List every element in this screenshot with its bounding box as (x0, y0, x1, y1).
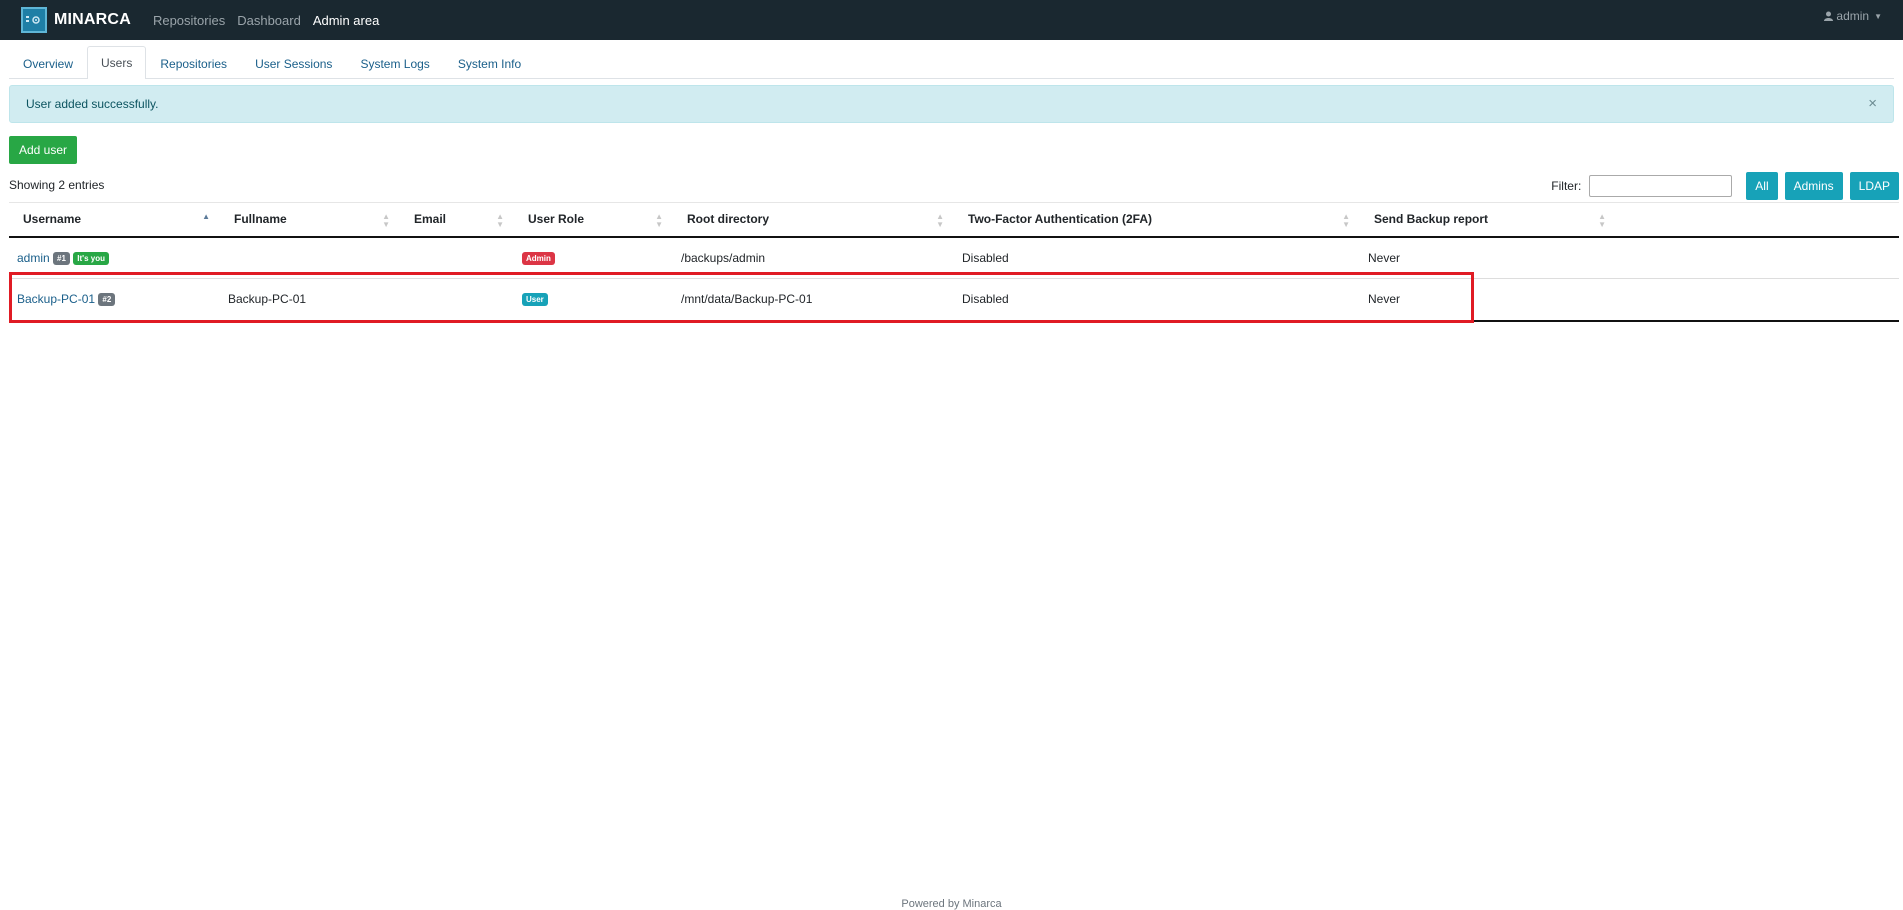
add-user-button[interactable]: Add user (9, 136, 77, 164)
col-root-directory[interactable]: Root directory ▲ ▼ (673, 202, 954, 238)
nav-admin-area[interactable]: Admin area (313, 13, 379, 28)
twofa-cell: Disabled (954, 236, 1360, 279)
root-directory-cell: /mnt/data/Backup-PC-01 (673, 278, 954, 322)
table-row[interactable]: admin #1 It's you Admin /backups/admin D… (9, 236, 1899, 279)
brand-name: MINARCA (54, 11, 131, 28)
twofa-cell: Disabled (954, 278, 1360, 322)
sort-asc-icon: ▲ (202, 212, 210, 221)
col-user-role[interactable]: User Role ▲ ▼ (514, 202, 673, 238)
col-actions (1616, 202, 1899, 238)
col-username[interactable]: Username ▲ (9, 202, 220, 238)
filter-label: Filter: (1551, 179, 1582, 193)
user-icon (1824, 11, 1834, 21)
username-link[interactable]: Backup-PC-01 (17, 292, 95, 306)
sort-icon: ▲ ▼ (382, 212, 390, 229)
col-2fa[interactable]: Two-Factor Authentication (2FA) ▲ ▼ (954, 202, 1360, 238)
tab-system-info[interactable]: System Info (444, 47, 535, 79)
sort-icon: ▲ ▼ (1598, 212, 1606, 229)
entries-count: Showing 2 entries (9, 178, 105, 192)
tab-repositories[interactable]: Repositories (146, 47, 241, 79)
filter-input[interactable] (1589, 175, 1733, 197)
role-badge: User (522, 293, 548, 307)
fullname-cell (220, 236, 400, 279)
table-header-row: Username ▲ Fullname ▲ ▼ Email ▲ ▼ User Role ▲ ▼… (9, 202, 1899, 238)
users-table-wrap: Username ▲ Fullname ▲ ▼ Email ▲ ▼ User Role ▲ ▼… (9, 202, 1899, 322)
filter-all-button[interactable]: All (1746, 172, 1778, 200)
users-table: Username ▲ Fullname ▲ ▼ Email ▲ ▼ User Role ▲ ▼… (9, 202, 1899, 322)
col-fullname[interactable]: Fullname ▲ ▼ (220, 202, 400, 238)
root-directory-cell: /backups/admin (673, 236, 954, 279)
nav-dashboard[interactable]: Dashboard (237, 13, 301, 28)
brand[interactable]: MINARCA (21, 7, 131, 33)
tab-system-logs[interactable]: System Logs (346, 47, 443, 79)
col-email[interactable]: Email ▲ ▼ (400, 202, 514, 238)
close-icon[interactable]: × (1868, 95, 1877, 113)
footer: Powered by Minarca (901, 898, 1002, 910)
filter-ldap-button[interactable]: LDAP (1849, 172, 1899, 200)
user-menu[interactable]: admin ▼ (1824, 0, 1882, 32)
sort-icon: ▲ ▼ (655, 212, 663, 229)
fullname-cell: Backup-PC-01 (220, 278, 400, 322)
success-alert: User added successfully. × (9, 85, 1894, 123)
tab-user-sessions[interactable]: User Sessions (241, 47, 346, 79)
top-navbar: MINARCA Repositories Dashboard Admin are… (0, 0, 1903, 40)
sort-icon: ▲ ▼ (1342, 212, 1350, 229)
report-cell: Never (1360, 278, 1616, 322)
email-cell (400, 278, 514, 322)
admin-tabs: Overview Users Repositories User Session… (9, 46, 1894, 79)
alert-message: User added successfully. (26, 97, 159, 111)
caret-down-icon: ▼ (1874, 11, 1882, 21)
user-menu-label: admin (1836, 9, 1870, 23)
username-link[interactable]: admin (17, 251, 50, 265)
role-badge: Admin (522, 251, 555, 265)
sort-icon: ▲ ▼ (936, 212, 944, 229)
filter-admins-button[interactable]: Admins (1784, 172, 1843, 200)
its-you-badge: It's you (73, 251, 109, 265)
tab-users[interactable]: Users (87, 46, 147, 79)
nav-repositories[interactable]: Repositories (153, 13, 225, 28)
minarca-logo-icon (21, 7, 47, 33)
table-row[interactable]: Backup-PC-01 #2 Backup-PC-01 User /mnt/d… (9, 278, 1899, 322)
user-id-badge: #2 (98, 293, 116, 307)
sort-icon: ▲ ▼ (496, 212, 504, 229)
col-send-backup-report[interactable]: Send Backup report ▲ ▼ (1360, 202, 1616, 238)
user-id-badge: #1 (53, 251, 70, 265)
email-cell (400, 236, 514, 279)
report-cell: Never (1360, 236, 1616, 279)
filter-area: Filter: All Admins LDAP (1551, 172, 1899, 200)
tab-overview[interactable]: Overview (9, 47, 87, 79)
